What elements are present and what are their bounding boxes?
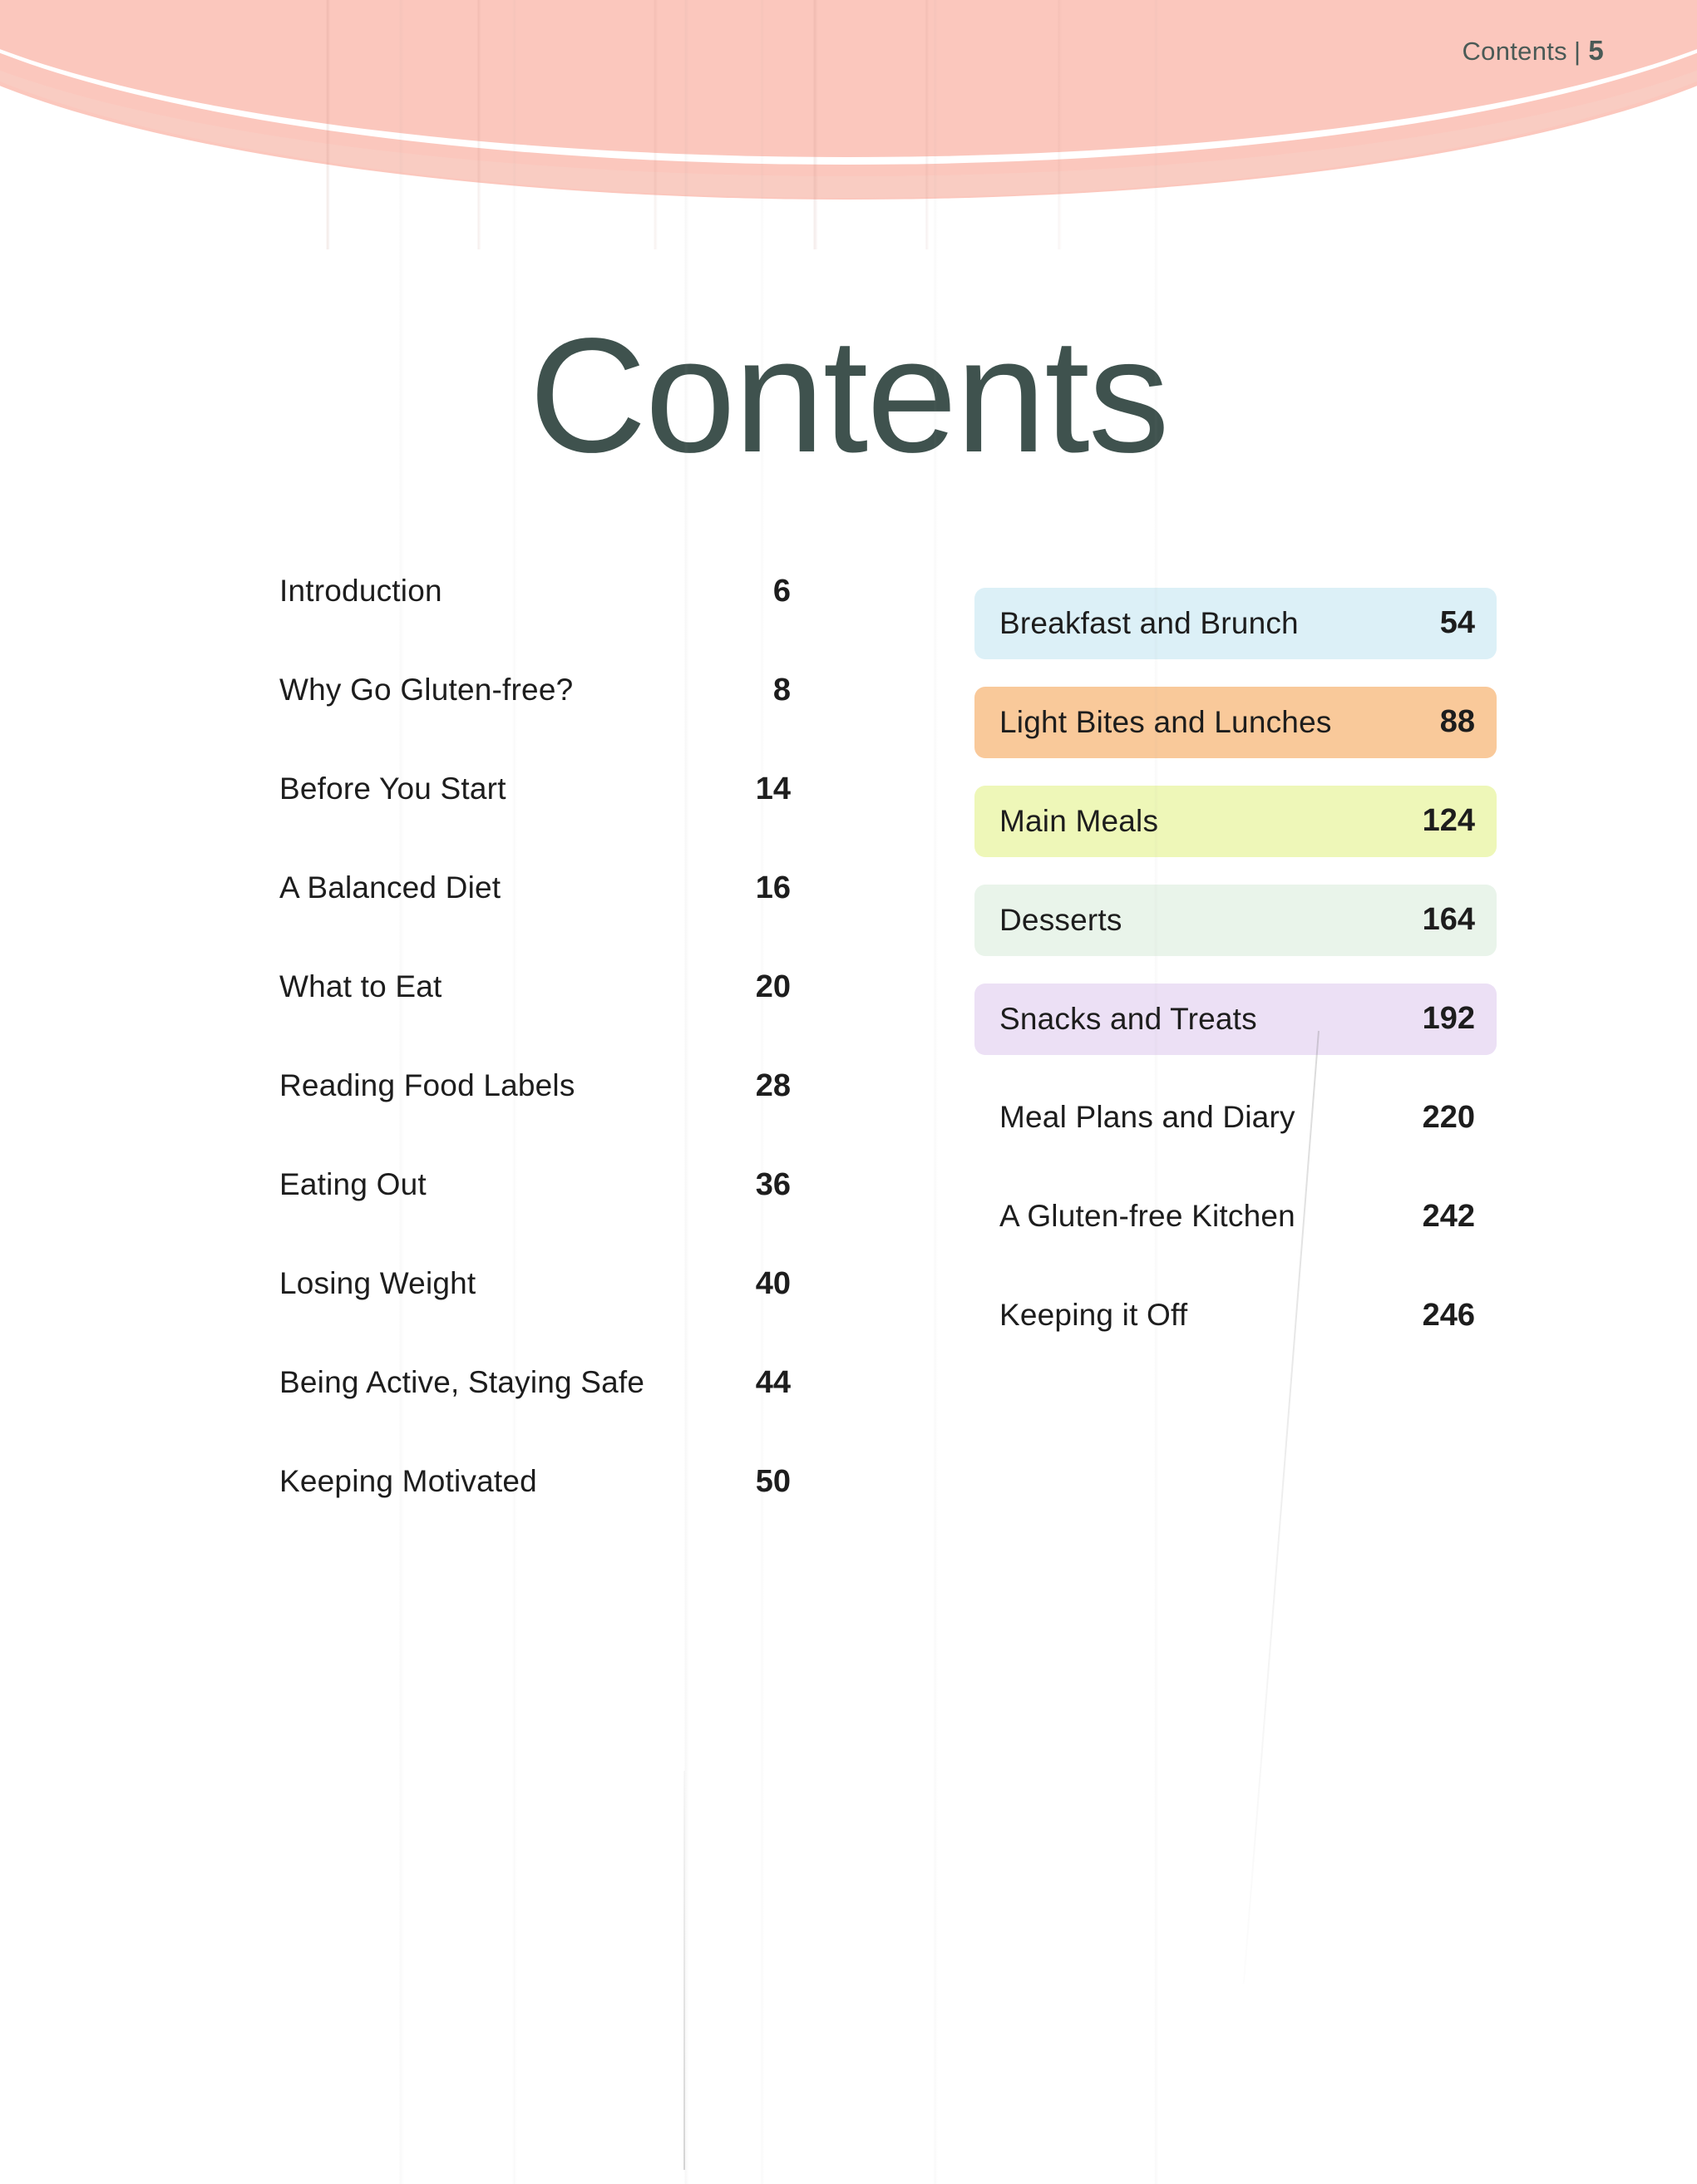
- toc-entry-row[interactable]: A Gluten-free Kitchen 242: [974, 1199, 1497, 1235]
- toc-entry-page: 50: [755, 1464, 791, 1499]
- toc-entry-page: 246: [1422, 1298, 1475, 1333]
- toc-entry-row[interactable]: Keeping it Off 246: [974, 1298, 1497, 1334]
- toc-entry[interactable]: Losing Weight 40: [279, 1266, 791, 1365]
- toc-entry-title: A Gluten-free Kitchen: [999, 1199, 1295, 1233]
- contents-column-right: Breakfast and Brunch 54 Light Bites and …: [974, 574, 1497, 1365]
- toc-entry[interactable]: Eating Out 36: [279, 1167, 791, 1266]
- toc-entry[interactable]: What to Eat 20: [279, 969, 791, 1068]
- toc-entry-title: Keeping it Off: [999, 1298, 1188, 1332]
- toc-entry[interactable]: Before You Start 14: [279, 772, 791, 870]
- toc-entry[interactable]: Meal Plans and Diary 220: [974, 1068, 1497, 1167]
- toc-entry-page: 220: [1422, 1100, 1475, 1135]
- chapter-pill-light-bites[interactable]: Light Bites and Lunches 88: [974, 686, 1497, 758]
- toc-entry-title: Snacks and Treats: [999, 1001, 1257, 1036]
- toc-entry-page: 8: [772, 673, 791, 707]
- banner-pink-secondary-arc: [0, 0, 1697, 198]
- paper-crease-line-secondary: [683, 1771, 685, 2170]
- toc-entry-title: Keeping Motivated: [279, 1464, 537, 1498]
- running-head-separator: |: [1573, 37, 1581, 66]
- banner-pink-fill: [0, 0, 1697, 200]
- toc-entry[interactable]: Reading Food Labels 28: [279, 1068, 791, 1167]
- chapter-pill-desserts[interactable]: Desserts 164: [974, 884, 1497, 956]
- toc-entry[interactable]: A Balanced Diet 16: [279, 870, 791, 969]
- toc-entry[interactable]: Being Active, Staying Safe 44: [279, 1365, 791, 1464]
- toc-entry[interactable]: Breakfast and Brunch 54: [974, 574, 1497, 673]
- toc-entry-page: 40: [755, 1266, 791, 1301]
- banner-scan-streaks: [0, 0, 1697, 249]
- toc-entry-title: Eating Out: [279, 1167, 427, 1201]
- toc-entry-page: 242: [1422, 1199, 1475, 1234]
- toc-entry-page: 192: [1422, 1001, 1475, 1036]
- toc-entry[interactable]: Light Bites and Lunches 88: [974, 673, 1497, 772]
- toc-entry-page: 88: [1439, 704, 1475, 739]
- chapter-pill-main-meals[interactable]: Main Meals 124: [974, 785, 1497, 857]
- toc-entry-page: 44: [755, 1365, 791, 1400]
- toc-entry-title: Desserts: [999, 902, 1122, 937]
- toc-entry-page: 54: [1439, 605, 1475, 640]
- chapter-pill-breakfast[interactable]: Breakfast and Brunch 54: [974, 587, 1497, 659]
- toc-entry-title: Meal Plans and Diary: [999, 1100, 1295, 1134]
- page-title: Contents: [529, 304, 1169, 486]
- running-head: Contents | 5: [1463, 35, 1605, 67]
- contents-columns: Introduction 6 Why Go Gluten-free? 8 Bef…: [0, 574, 1697, 1571]
- chapter-pill-snacks[interactable]: Snacks and Treats 192: [974, 983, 1497, 1055]
- toc-entry-page: 14: [755, 772, 791, 806]
- toc-entry-title: Being Active, Staying Safe: [279, 1365, 645, 1399]
- toc-entry[interactable]: Why Go Gluten-free? 8: [279, 673, 791, 772]
- toc-entry-title: What to Eat: [279, 969, 442, 1003]
- toc-entry-title: A Balanced Diet: [279, 870, 501, 905]
- toc-entry[interactable]: Introduction 6: [279, 574, 791, 673]
- contents-column-left: Introduction 6 Why Go Gluten-free? 8 Bef…: [279, 574, 791, 1563]
- toc-entry-title: Why Go Gluten-free?: [279, 673, 574, 707]
- toc-entry[interactable]: Keeping it Off 246: [974, 1266, 1497, 1365]
- page-header-banner: [0, 0, 1697, 249]
- banner-white-arc-line: [0, 0, 1697, 165]
- toc-entry[interactable]: Main Meals 124: [974, 772, 1497, 870]
- contents-page: Contents | 5 Contents Introduction 6 Why G…: [0, 0, 1697, 2184]
- toc-entry-title: Before You Start: [279, 772, 506, 806]
- running-head-page-number: 5: [1588, 35, 1604, 66]
- toc-entry-page: 36: [755, 1167, 791, 1202]
- toc-entry-page: 16: [755, 870, 791, 905]
- toc-entry-title: Breakfast and Brunch: [999, 605, 1299, 640]
- toc-entry-title: Reading Food Labels: [279, 1068, 575, 1102]
- toc-entry-page: 6: [772, 574, 791, 609]
- running-head-label: Contents: [1462, 37, 1567, 66]
- toc-entry-page: 28: [755, 1068, 791, 1103]
- toc-entry-title: Main Meals: [999, 803, 1159, 838]
- toc-entry-page: 20: [755, 969, 791, 1004]
- toc-entry-title: Losing Weight: [279, 1266, 476, 1300]
- toc-entry-page: 124: [1422, 803, 1475, 838]
- toc-entry-row[interactable]: Meal Plans and Diary 220: [974, 1100, 1497, 1136]
- toc-entry-page: 164: [1422, 902, 1475, 937]
- toc-entry-title: Introduction: [279, 574, 442, 608]
- toc-entry[interactable]: Snacks and Treats 192: [974, 969, 1497, 1068]
- toc-entry[interactable]: Desserts 164: [974, 870, 1497, 969]
- toc-entry-title: Light Bites and Lunches: [999, 704, 1332, 739]
- toc-entry[interactable]: Keeping Motivated 50: [279, 1464, 791, 1563]
- toc-entry[interactable]: A Gluten-free Kitchen 242: [974, 1167, 1497, 1266]
